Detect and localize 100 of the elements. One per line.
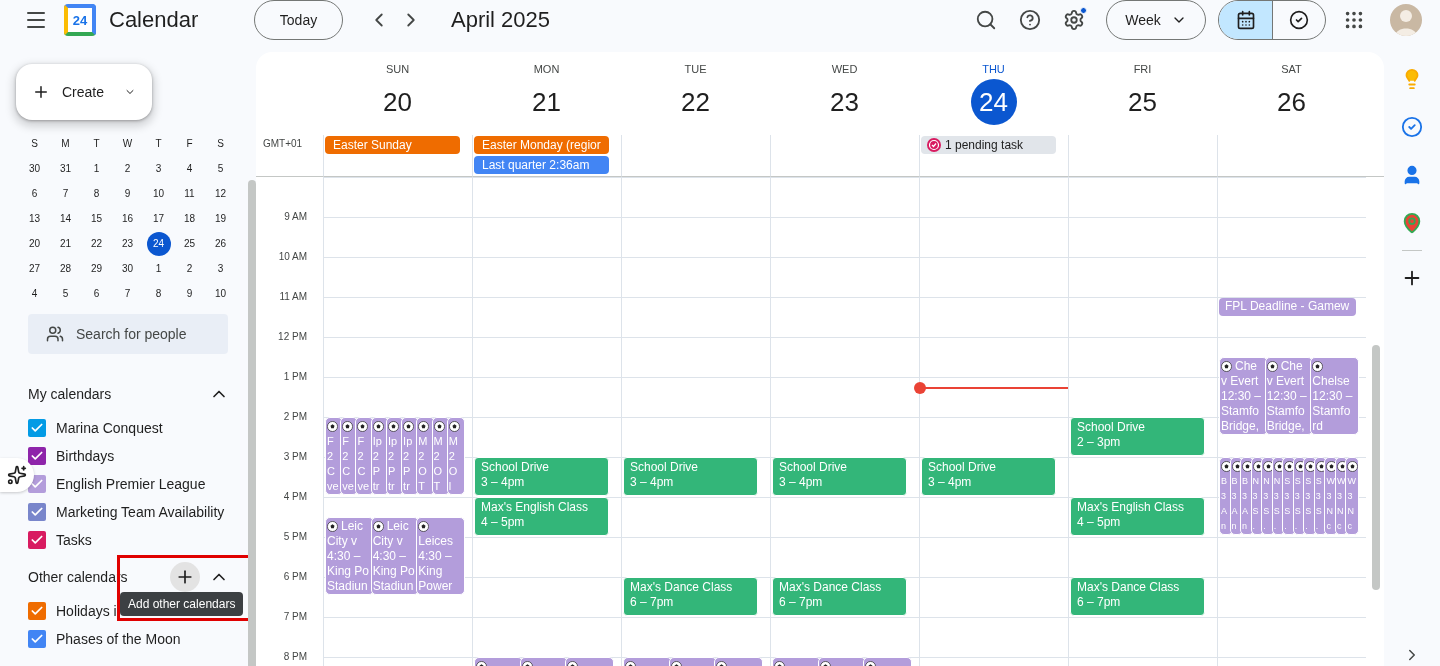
hour-label: 4 PM [283,491,307,502]
event-text: 2 [372,449,380,464]
day-number[interactable]: 25 [1119,79,1166,125]
checkbox[interactable] [28,630,46,648]
mini-calendar-day[interactable]: 13 [19,206,50,231]
event-text: n [1221,520,1227,533]
mini-calendar-day[interactable]: 9 [112,181,143,206]
mini-calendar-day[interactable]: 5 [205,156,236,181]
all-day-cell[interactable] [770,135,919,177]
mini-calendar-day[interactable]: 2 [174,256,205,281]
mini-calendar-day[interactable]: 7 [112,281,143,306]
weekday-label: WED [831,63,858,75]
event-text: King [418,564,444,579]
mini-calendar-day[interactable]: 10 [143,181,174,206]
check-circle-icon[interactable] [1401,116,1423,138]
mini-calendar-day[interactable]: 8 [143,281,174,306]
weekday-label: W [121,136,134,151]
mini-calendar-day[interactable]: 9 [174,281,205,306]
event-text: 12:30 – [1266,389,1308,404]
mini-calendar-day[interactable]: 6 [81,281,112,306]
day-number[interactable]: 21 [523,79,570,125]
scrollbar[interactable] [1372,345,1380,590]
all-day-event[interactable]: Last quarter 2:36am [474,156,609,174]
create-button[interactable]: Create [16,64,152,120]
mini-calendar-day[interactable]: 19 [205,206,236,231]
soccer-ball-icon [372,421,384,432]
mini-calendar-day[interactable]: 11 [174,181,205,206]
day-number[interactable]: 26 [1268,79,1315,125]
check-icon [30,505,44,519]
mini-calendar-day[interactable]: 8 [81,181,112,206]
mini-calendar-day[interactable]: 3 [143,156,174,181]
event-text: rd [1312,419,1324,434]
event-text: 12:30 – [1221,389,1263,404]
day-number[interactable]: 22 [672,79,719,125]
mini-calendar-day[interactable]: 16 [112,206,143,231]
mini-calendar-day[interactable]: 30 [19,156,50,181]
all-day-cell[interactable] [1068,135,1217,177]
add-calendar-button[interactable] [170,562,200,592]
mini-calendar-day[interactable]: 4 [19,281,50,306]
checkbox[interactable] [28,602,46,620]
checkbox[interactable] [28,503,46,521]
event-time: 6 – 7pm [630,595,675,610]
all-day-cell[interactable] [1217,135,1366,177]
mini-calendar-day[interactable]: 28 [50,256,81,281]
mini-calendar-day[interactable]: 20 [19,231,50,256]
day-number[interactable]: 23 [821,79,868,125]
mini-calendar-day[interactable]: 2 [112,156,143,181]
mini-calendar-day[interactable]: 7 [50,181,81,206]
event-text: 3 [1305,490,1312,503]
mini-calendar-day[interactable]: 1 [143,256,174,281]
mini-calendar-day[interactable]: 18 [174,206,205,231]
mini-calendar-day[interactable]: 14 [50,206,81,231]
mini-calendar-day[interactable]: 26 [205,231,236,256]
soccer-ball-icon [1221,361,1232,372]
event-text: S [1284,475,1292,488]
event-text: S [1294,475,1302,488]
mini-calendar-day[interactable]: 25 [174,231,205,256]
mini-calendar-day[interactable]: 12 [205,181,236,206]
checkbox[interactable] [28,531,46,549]
mini-calendar-day[interactable]: 3 [205,256,236,281]
mini-calendar-day[interactable]: 1 [81,156,112,181]
event-text: O [448,464,459,479]
mini-calendar-day[interactable]: 29 [81,256,112,281]
map-pin-icon[interactable] [1401,212,1423,234]
event-text: . [1263,520,1267,533]
event-text: . [1305,520,1309,533]
mini-calendar-day[interactable]: 31 [50,156,81,181]
mini-calendar-day[interactable]: 30 [112,256,143,281]
event-text: N [1336,505,1345,518]
day-number[interactable]: 20 [374,79,421,125]
checkbox[interactable] [28,447,46,465]
all-day-cell[interactable] [621,135,770,177]
event-text: M [448,434,459,449]
mini-calendar-day[interactable]: 5 [50,281,81,306]
day-number[interactable]: 24 [970,79,1017,125]
checkbox[interactable] [28,419,46,437]
event-text: 3 [1315,490,1322,503]
calendar-view-toggle[interactable] [1219,1,1272,39]
calendar-logo: 24 [64,4,96,36]
mini-calendar-day[interactable]: 4 [174,156,205,181]
event-text: Ip [372,434,383,449]
mini-calendar-day[interactable]: 10 [205,281,236,306]
event-title: Max's Dance Class [779,580,883,595]
event-title: Leic [341,519,363,534]
sparkle-button[interactable] [0,458,34,492]
search-people-field[interactable]: Search for people [28,314,228,354]
soccer-ball-icon [418,521,430,532]
mini-calendar-day[interactable]: 23 [112,231,143,256]
scrollbar[interactable] [248,180,256,666]
event-title: Che [1280,359,1303,374]
mini-calendar-day[interactable]: 27 [19,256,50,281]
mini-calendar-day[interactable]: 22 [81,231,112,256]
mini-calendar-day[interactable]: 6 [19,181,50,206]
event-text: S [1252,505,1260,518]
weekday-label: FRI [1133,63,1152,75]
mini-calendar-day[interactable]: 21 [50,231,81,256]
soccer-ball-icon [1312,361,1324,372]
mini-calendar-day[interactable]: 17 [143,206,174,231]
soccer-ball-icon [403,421,415,432]
mini-calendar-day[interactable]: 15 [81,206,112,231]
